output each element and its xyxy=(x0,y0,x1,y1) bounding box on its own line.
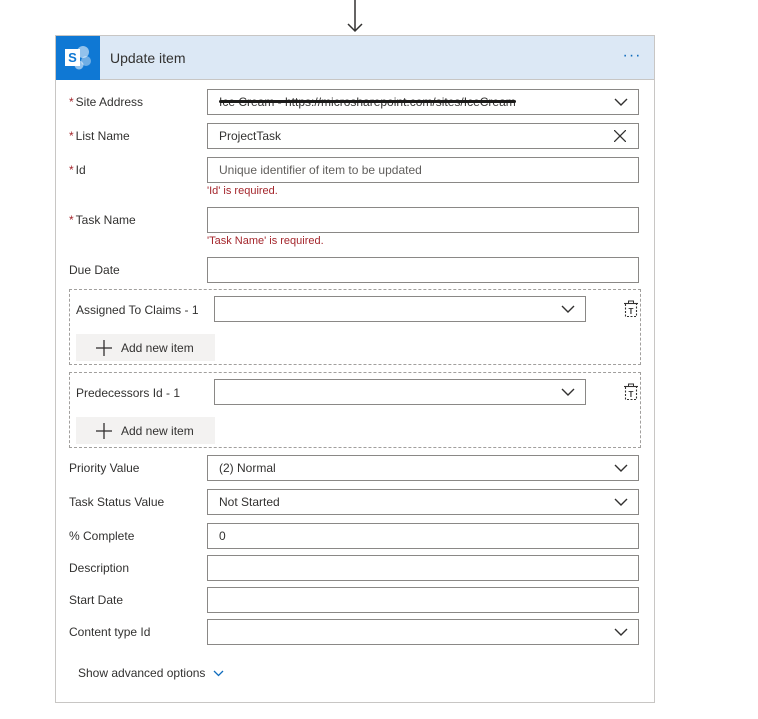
list-name-value: ProjectTask xyxy=(219,129,282,143)
list-name-field[interactable]: ProjectTask xyxy=(207,123,639,149)
list-name-label: * List Name xyxy=(69,129,130,143)
svg-text:T: T xyxy=(629,307,634,316)
content-type-label: Content type Id xyxy=(69,625,151,639)
sharepoint-logo-icon: S xyxy=(56,36,100,80)
task-name-input[interactable] xyxy=(207,207,639,233)
id-error-message: 'Id' is required. xyxy=(207,185,278,197)
priority-value-label: Priority Value xyxy=(69,461,140,475)
predecessors-label: Predecessors Id - 1 xyxy=(76,386,181,400)
predecessors-add-new-item-button[interactable]: Add new item xyxy=(76,417,215,444)
task-name-error-message: 'Task Name' is required. xyxy=(207,235,324,247)
update-item-card: S Update item ··· * Site Address Ice Crea… xyxy=(55,35,655,703)
content-type-dropdown[interactable] xyxy=(207,619,639,645)
priority-value: (2) Normal xyxy=(219,461,276,475)
delete-item-icon[interactable]: T xyxy=(623,300,639,318)
id-label: * Id xyxy=(69,163,86,177)
chevron-down-icon xyxy=(561,305,575,313)
chevron-down-icon xyxy=(614,628,628,636)
predecessors-dropdown[interactable] xyxy=(214,379,586,405)
task-status-dropdown[interactable]: Not Started xyxy=(207,489,639,515)
percent-complete-input[interactable]: 0 xyxy=(207,523,639,549)
predecessors-array-section: Predecessors Id - 1 T Add new item xyxy=(69,372,641,448)
svg-text:S: S xyxy=(68,50,77,65)
close-icon[interactable] xyxy=(614,130,626,142)
site-address-label: * Site Address xyxy=(69,95,144,109)
assigned-to-dropdown[interactable] xyxy=(214,296,586,322)
task-name-label: * Task Name xyxy=(69,213,136,227)
card-title: Update item xyxy=(110,50,186,66)
add-new-item-label: Add new item xyxy=(121,424,194,438)
task-status-label: Task Status Value xyxy=(69,495,165,509)
site-address-dropdown[interactable]: Ice Cream - https://microsharepoint.com/… xyxy=(207,89,639,115)
chevron-down-icon xyxy=(614,98,628,106)
show-advanced-options-link[interactable]: Show advanced options xyxy=(78,666,224,680)
more-options-icon[interactable]: ··· xyxy=(620,48,644,66)
start-date-input[interactable] xyxy=(207,587,639,613)
chevron-down-icon xyxy=(614,498,628,506)
assigned-to-array-section: Assigned To Claims - 1 T Add new item xyxy=(69,289,641,365)
show-advanced-options-label: Show advanced options xyxy=(78,666,206,680)
assigned-to-label: Assigned To Claims - 1 xyxy=(76,303,199,317)
id-input[interactable]: Unique identifier of item to be updated xyxy=(207,157,639,183)
delete-item-icon[interactable]: T xyxy=(623,383,639,401)
plus-icon xyxy=(96,340,112,356)
down-arrow-icon xyxy=(347,0,363,33)
due-date-input[interactable] xyxy=(207,257,639,283)
svg-text:T: T xyxy=(629,390,634,399)
chevron-down-icon xyxy=(213,670,224,677)
due-date-label: Due Date xyxy=(69,263,120,277)
chevron-down-icon xyxy=(614,464,628,472)
priority-value-dropdown[interactable]: (2) Normal xyxy=(207,455,639,481)
description-label: Description xyxy=(69,561,130,575)
add-new-item-label: Add new item xyxy=(121,341,194,355)
site-address-value: Ice Cream - https://microsharepoint.com/… xyxy=(219,90,516,114)
description-input[interactable] xyxy=(207,555,639,581)
start-date-label: Start Date xyxy=(69,593,124,607)
chevron-down-icon xyxy=(561,388,575,396)
card-header[interactable]: S Update item ··· xyxy=(56,36,654,80)
assigned-to-add-new-item-button[interactable]: Add new item xyxy=(76,334,215,361)
task-status-value: Not Started xyxy=(219,495,280,509)
percent-complete-label: % Complete xyxy=(69,529,135,543)
plus-icon xyxy=(96,423,112,439)
